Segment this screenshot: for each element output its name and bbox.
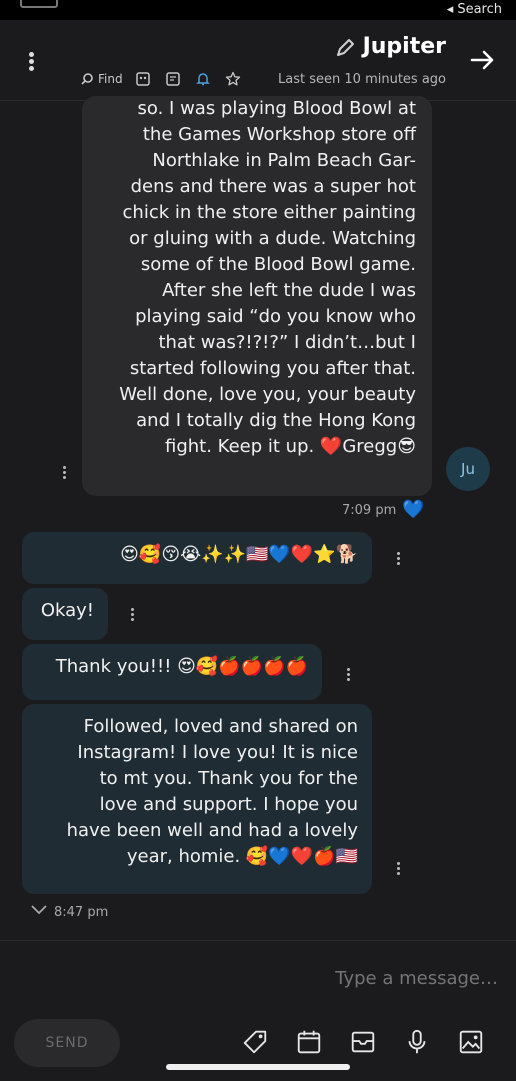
message-line: and I totally dig the Hong Kong [136,410,416,431]
message-options-icon[interactable] [60,464,68,482]
tag-icon[interactable] [240,1027,270,1057]
message-line: Well done, love you, your beauty [119,384,416,405]
message-line: Northlake in Palm Beach Gar- [152,150,416,171]
message-line: playing said “do you know who [135,306,416,327]
message-list[interactable]: so. I was playing Blood Bowl at the Games… [0,96,516,940]
back-to-search-label: Search [457,2,502,17]
message-options-icon[interactable] [128,606,136,624]
heart-reaction-icon[interactable]: 💙 [402,501,424,519]
avatar[interactable]: Ju [446,447,490,491]
outgoing-message-bubble[interactable]: Thank you!!! 😍🥰🍎🍎🍎🍎 [22,644,322,700]
find-label: Find [98,72,123,86]
back-arrow-icon[interactable] [468,46,496,74]
message-line: have been well and had a lovely [66,820,358,841]
message-line: fight. Keep it up. ❤️Gregg😎 [165,436,416,457]
message-line: some of the Blood Bowl game. [140,254,416,275]
message-line: year, homie. 🥰💙❤️🍎🇺🇸 [126,846,358,867]
home-indicator[interactable] [166,1064,350,1070]
message-line: started following you after that. [129,358,416,379]
message-text: 😍🥰😚😭✨✨🇺🇸💙❤️⭐🐕 [120,544,358,565]
back-arrow-small-icon: ◂ [446,2,454,17]
chat-header: Jupiter Last seen 10 minutes ago Find [0,20,516,101]
files-icon[interactable] [163,69,183,89]
message-line: Instagram! I love you! It is nice [77,742,358,763]
message-text: Okay! [40,600,94,621]
message-line: love and support. I hope you [99,794,358,815]
pencil-icon[interactable] [334,37,356,59]
incoming-message-meta: 7:09 pm 💙 [342,501,425,519]
message-options-icon[interactable] [394,550,402,568]
incoming-message-bubble[interactable]: so. I was playing Blood Bowl at the Games… [82,96,432,496]
message-line: so. I was playing Blood Bowl at [137,98,416,119]
outgoing-message-bubble[interactable]: Followed, loved and shared on Instagram! … [22,704,372,894]
status-bar: ◂ Search [0,0,516,20]
message-input[interactable] [20,961,500,995]
back-to-search[interactable]: ◂ Search [447,2,502,17]
last-seen-status: Last seen 10 minutes ago [278,72,446,87]
header-actions: Find [80,69,243,89]
message-text: Thank you!!! 😍🥰🍎🍎🍎🍎 [55,656,308,677]
more-options-icon[interactable] [24,50,38,78]
image-icon[interactable] [456,1027,486,1057]
battery-icon [20,0,58,8]
star-icon[interactable] [223,69,243,89]
message-line: After she left the dude I was [162,280,416,301]
message-options-icon[interactable] [394,860,402,878]
chevron-down-icon[interactable] [30,904,48,920]
outgoing-message-meta: 8:47 pm [30,904,108,920]
microphone-icon[interactable] [402,1027,432,1057]
outgoing-message-bubble[interactable]: 😍🥰😚😭✨✨🇺🇸💙❤️⭐🐕 [22,532,372,584]
message-line: that was?!?!?” I didn’t…but I [158,332,416,353]
search-icon [80,72,94,86]
message-line: chick in the store either painting [122,202,416,223]
message-time: 7:09 pm [342,502,397,518]
message-line: Followed, loved and shared on [83,716,358,737]
send-button[interactable]: SEND [14,1019,120,1067]
calendar-icon[interactable] [294,1027,324,1057]
find-button[interactable]: Find [80,72,123,86]
message-line: to mt you. Thank you for the [99,768,358,789]
media-icon[interactable] [133,69,153,89]
message-line: dens and there was a super hot [130,176,416,197]
message-composer: SEND [0,940,516,1081]
outgoing-message-bubble[interactable]: Okay! [22,588,108,640]
notifications-bell-icon[interactable] [193,69,213,89]
message-line: the Games Workshop store off [142,124,416,145]
contact-name[interactable]: Jupiter [363,34,446,59]
message-time: 8:47 pm [54,904,109,920]
composer-toolbar [240,1027,486,1057]
message-options-icon[interactable] [344,666,352,684]
archive-icon[interactable] [348,1027,378,1057]
message-line: or gluing with a dude. Watching [129,228,416,249]
